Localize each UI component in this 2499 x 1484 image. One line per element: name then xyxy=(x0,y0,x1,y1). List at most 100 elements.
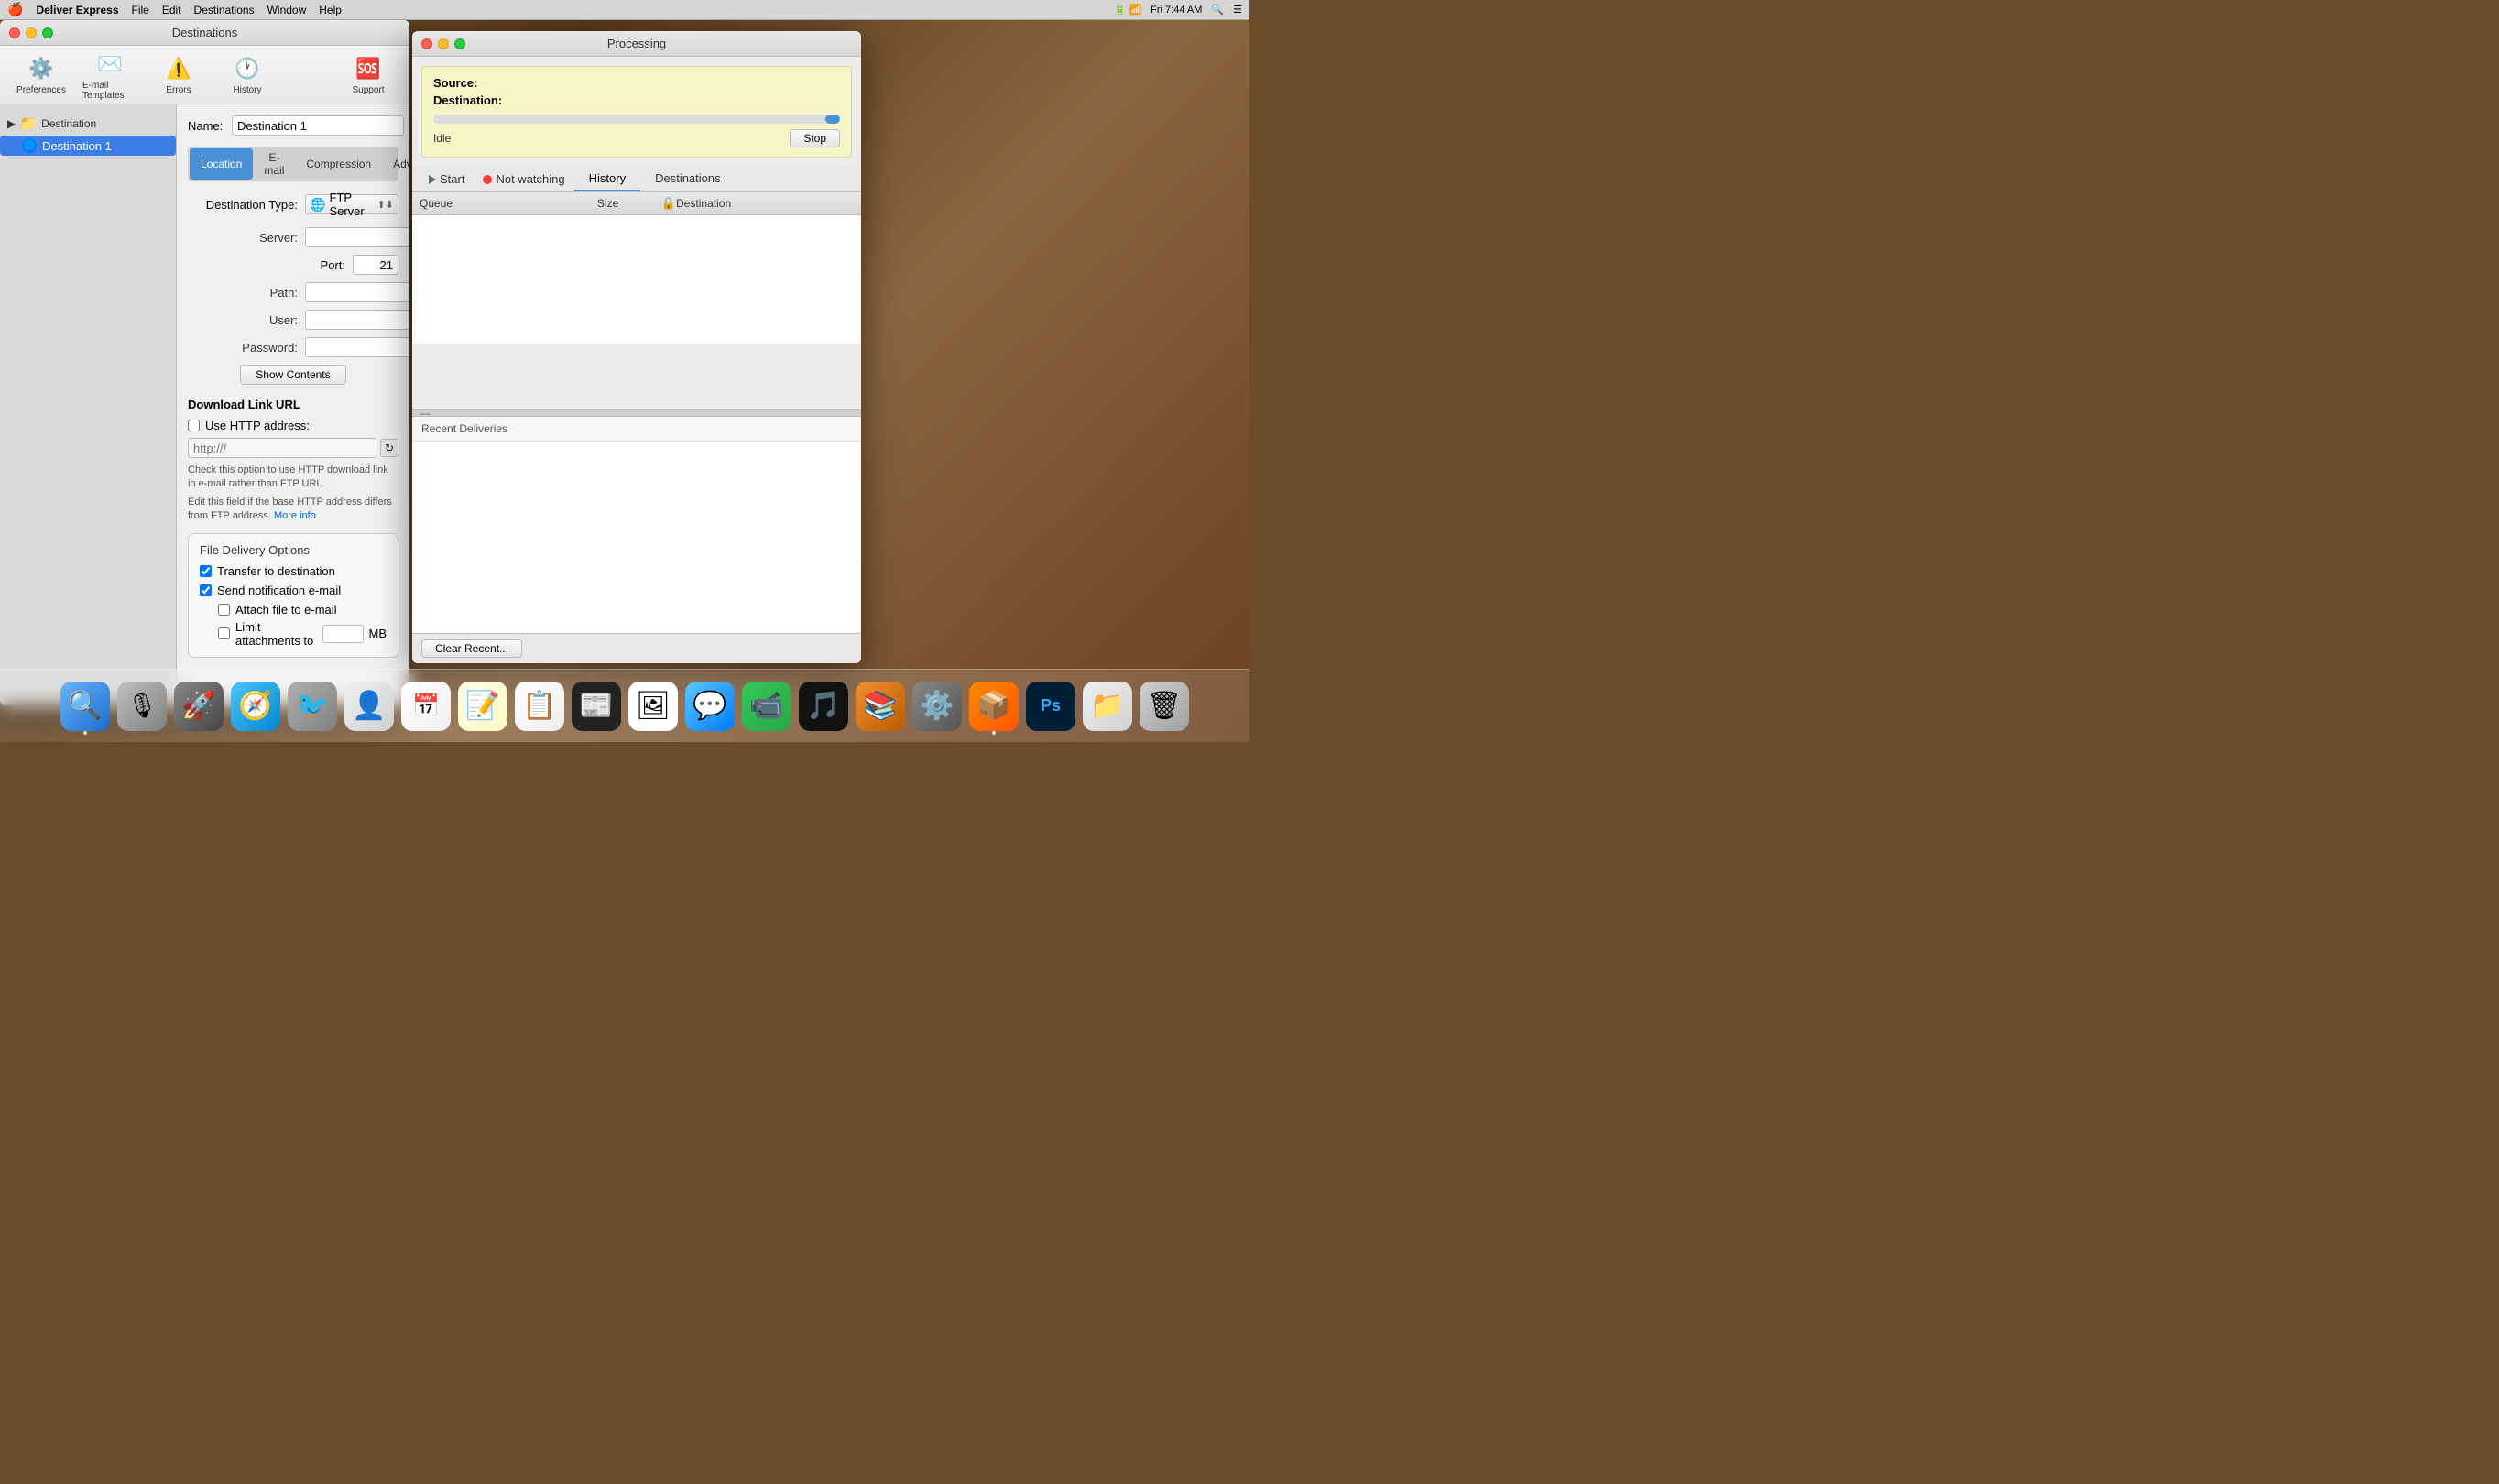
limit-checkbox[interactable] xyxy=(218,627,230,639)
dock-item-siri[interactable]: 🎙 xyxy=(117,682,167,731)
dock-item-deliver[interactable]: 📦 xyxy=(969,682,1019,731)
notes-icon: 📝 xyxy=(465,690,499,722)
refresh-button[interactable]: ↻ xyxy=(380,439,398,457)
queue-header: Queue Size 🔒 Destination xyxy=(412,192,861,215)
dock-item-music[interactable]: 🎵 xyxy=(799,682,848,731)
toolbar-errors[interactable]: ⚠️ Errors xyxy=(147,50,211,99)
errors-label: Errors xyxy=(166,85,191,95)
tab-destinations[interactable]: Destinations xyxy=(640,167,736,191)
apple-menu[interactable]: 🍎 xyxy=(7,2,23,17)
use-http-row: Use HTTP address: xyxy=(188,419,398,432)
use-http-label: Use HTTP address: xyxy=(205,419,310,432)
lock-small-icon: 🔒 xyxy=(661,196,676,211)
source-row: Source: xyxy=(433,76,840,90)
sidebar-group-header[interactable]: ▶ 📁 Destination xyxy=(0,112,176,136)
dock-item-facetime[interactable]: 📹 xyxy=(742,682,791,731)
name-input[interactable] xyxy=(232,115,404,136)
password-input[interactable] xyxy=(305,337,409,357)
dock: 🔍 🎙 🚀 🧭 🐦 👤 📅 📝 📋 📰 🖼 xyxy=(0,669,1250,742)
dock-item-finder2[interactable]: 📁 xyxy=(1083,682,1132,731)
dock-item-safari[interactable]: 🧭 xyxy=(231,682,280,731)
progress-bar-bg xyxy=(433,115,840,124)
user-input[interactable] xyxy=(305,310,409,330)
red-dot-icon xyxy=(483,175,492,184)
not-watching-label: Not watching xyxy=(496,172,564,186)
password-row: Password: 🔒 xyxy=(188,337,398,357)
folder-icon: 📁 xyxy=(19,115,38,133)
dock-item-mail[interactable]: 🐦 xyxy=(288,682,337,731)
source-label: Source: xyxy=(433,76,507,90)
use-http-checkbox[interactable] xyxy=(188,420,200,431)
processing-minimize-button[interactable] xyxy=(438,38,449,49)
tab-compression[interactable]: Compression xyxy=(295,148,382,180)
server-row: Server: xyxy=(188,227,398,247)
notification-center-icon[interactable]: ☰ xyxy=(1233,4,1242,16)
dock-item-system-prefs[interactable]: ⚙️ xyxy=(912,682,962,731)
dock-item-messages[interactable]: 💬 xyxy=(685,682,735,731)
destination-type-select[interactable]: 🌐 FTP Server ⬆⬇ xyxy=(305,194,398,214)
processing-close-button[interactable] xyxy=(421,38,432,49)
send-notification-checkbox[interactable] xyxy=(200,584,212,596)
launchpad-icon: 🚀 xyxy=(181,690,215,722)
tab-history[interactable]: History xyxy=(574,167,640,191)
toolbar-support[interactable]: 🆘 Support xyxy=(336,50,400,99)
tab-location[interactable]: Location xyxy=(190,148,253,180)
path-label: Path: xyxy=(188,286,298,300)
clear-recent-bar: Clear Recent... xyxy=(412,633,861,663)
maximize-button[interactable] xyxy=(42,27,53,38)
transfer-checkbox[interactable] xyxy=(200,565,212,577)
close-button[interactable] xyxy=(9,27,20,38)
dock-item-contacts[interactable]: 👤 xyxy=(344,682,394,731)
send-notification-row: Send notification e-mail xyxy=(200,584,387,597)
dock-item-trash[interactable]: 🗑 xyxy=(1140,682,1189,731)
clear-recent-button[interactable]: Clear Recent... xyxy=(421,639,522,658)
support-label: Support xyxy=(352,85,384,95)
download-link-title: Download Link URL xyxy=(188,398,398,411)
dock-item-photos[interactable]: 🖼 xyxy=(628,682,678,731)
processing-tab-bar: Start Not watching History Destinations xyxy=(412,167,861,192)
app-name[interactable]: Deliver Express xyxy=(36,4,118,16)
processing-window-controls xyxy=(421,38,465,49)
dest-label: Destination: xyxy=(433,93,507,107)
more-info-link[interactable]: More info xyxy=(274,510,316,521)
dock-item-news[interactable]: 📰 xyxy=(572,682,621,731)
detail-panel: Name: Location E-mail Compression Advanc… xyxy=(177,104,409,705)
processing-maximize-button[interactable] xyxy=(454,38,465,49)
dock-item-reminders[interactable]: 📋 xyxy=(515,682,564,731)
server-input[interactable] xyxy=(305,227,409,247)
toolbar-email-templates[interactable]: ✉️ E-mail Templates xyxy=(78,46,142,104)
menu-destinations[interactable]: Destinations xyxy=(194,4,255,16)
menu-file[interactable]: File xyxy=(132,4,149,16)
dock-item-photoshop[interactable]: Ps xyxy=(1026,682,1075,731)
http-input[interactable] xyxy=(188,438,376,458)
dock-item-finder[interactable]: 🔍 xyxy=(60,682,110,731)
support-icon: 🆘 xyxy=(354,54,383,83)
attach-checkbox[interactable] xyxy=(218,604,230,616)
queue-col-queue: Queue xyxy=(420,197,597,210)
show-contents-button[interactable]: Show Contents xyxy=(240,365,345,385)
dock-item-calendar[interactable]: 📅 xyxy=(401,682,451,731)
start-tab[interactable]: Start xyxy=(420,168,474,191)
dock-item-notes[interactable]: 📝 xyxy=(458,682,507,731)
menu-window[interactable]: Window xyxy=(267,4,307,16)
path-input[interactable] xyxy=(305,282,409,302)
minimize-button[interactable] xyxy=(26,27,37,38)
tab-advanced[interactable]: Advanced xyxy=(382,148,409,180)
menu-help[interactable]: Help xyxy=(319,4,342,16)
tab-email[interactable]: E-mail xyxy=(253,148,295,180)
dock-item-launchpad[interactable]: 🚀 xyxy=(174,682,224,731)
port-input[interactable] xyxy=(353,255,398,275)
sidebar-item-destination1[interactable]: 🌐 Destination 1 xyxy=(0,136,176,156)
system-status-icons: 🔋 📶 xyxy=(1114,4,1141,16)
dock-item-books[interactable]: 📚 xyxy=(856,682,905,731)
search-menubar-icon[interactable]: 🔍 xyxy=(1211,4,1224,16)
toolbar-history[interactable]: 🕐 History xyxy=(215,50,279,99)
toolbar-preferences[interactable]: ⚙️ Preferences xyxy=(9,50,73,99)
errors-icon: ⚠️ xyxy=(164,54,193,83)
photos-icon: 🖼 xyxy=(636,690,671,722)
destination-type-row: Destination Type: 🌐 FTP Server ⬆⬇ xyxy=(188,194,398,214)
sidebar: ▶ 📁 Destination 🌐 Destination 1 xyxy=(0,104,177,705)
menu-edit[interactable]: Edit xyxy=(162,4,181,16)
stop-button[interactable]: Stop xyxy=(790,129,840,147)
limit-input[interactable] xyxy=(322,625,364,643)
